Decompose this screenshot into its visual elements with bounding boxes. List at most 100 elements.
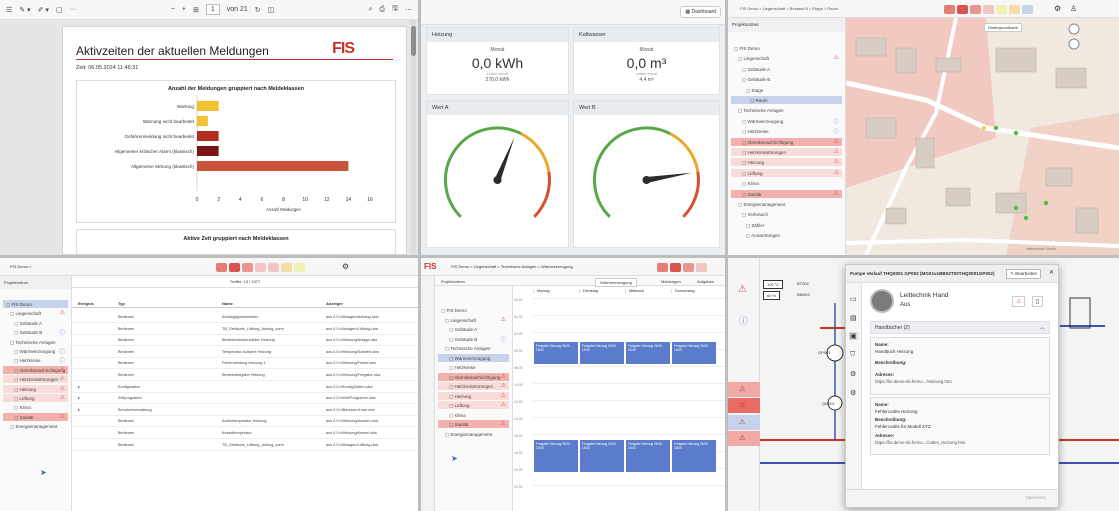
shield-icon[interactable]: ⛉ <box>850 351 855 359</box>
tile-wert-a[interactable]: Wert A <box>426 100 569 248</box>
tree-item[interactable]: ▢ Lüftung ⚠ <box>438 401 509 409</box>
tile-kaltwasser[interactable]: Kaltwasser Monat 0,0 m³ Letzter Monat 4,… <box>573 27 720 95</box>
tree-item[interactable]: ▢ Raum <box>731 96 842 104</box>
draw-icon[interactable]: ✐ ▾ <box>38 6 49 14</box>
tree-item[interactable]: ▢ Wärmeerzeugung <box>438 353 509 362</box>
close-button[interactable]: ✕ <box>1049 269 1054 276</box>
document-button[interactable]: ▯ <box>1032 296 1044 307</box>
print-icon[interactable]: ⎙ <box>379 6 385 14</box>
table-row[interactable]: Bedienen Betriebsstundenzähler Heizung aus… <box>72 335 418 347</box>
settings-icon[interactable]: ⚙ <box>342 262 349 271</box>
tree-item[interactable]: ▢ Sanitär ⚠ <box>731 189 842 198</box>
schedule-event[interactable]: Freigabe Heizung 06:00 - 18:00 <box>534 440 578 472</box>
tree-item[interactable]: ▢ Auswertungen <box>731 231 842 239</box>
alarm-indicator[interactable]: ⚠ <box>1012 296 1026 307</box>
alert-row[interactable]: ⚠ <box>728 431 760 446</box>
info-badge[interactable] <box>281 263 292 272</box>
document-icon[interactable]: ▤ <box>850 314 857 322</box>
tree-item[interactable]: ▢ FIS Demo <box>438 306 509 314</box>
table-row[interactable]: Bedienen Temperatur-Sollwert Heizung aus 0… <box>72 347 418 358</box>
maintenance-badge[interactable] <box>294 263 305 272</box>
zoom-out-button[interactable]: − <box>171 6 175 13</box>
table-row[interactable]: Bedienen Kesseltemperatur aus 0.0.h/Heizun… <box>72 428 418 439</box>
tree-item[interactable]: ▢ Liegenschaft ⚠ <box>731 54 842 62</box>
col-typ[interactable]: Typ <box>118 301 125 306</box>
save-button[interactable]: Speichern <box>1026 495 1046 500</box>
toolbar-more-icon[interactable]: ··· <box>70 6 77 13</box>
tab-aufgaben[interactable]: Aufgaben <box>697 279 714 284</box>
tab-meldungen[interactable]: Meldungen <box>661 279 681 284</box>
manual-icon[interactable]: ▣ <box>849 332 858 340</box>
tree-item[interactable]: ▢ Liegenschaft ⚠ <box>3 309 68 317</box>
col-ereignis[interactable]: Ereignis <box>78 301 94 306</box>
error-badge[interactable] <box>696 263 707 272</box>
tree-item[interactable]: ▢ Wärmeerzeugung ⓘ <box>3 347 68 355</box>
schedule-event[interactable]: Freigabe Heizung 06:00 - 18:00 <box>626 440 670 472</box>
tab-projektordner[interactable]: Projektordner <box>441 279 465 284</box>
tree-item[interactable]: ▢ Klima <box>3 403 68 411</box>
table-row[interactable]: Bedienen TB_Gebäude_Lüftung_Aufzug_vorm au… <box>72 324 418 335</box>
tree-item[interactable]: ▢ Gebäude A <box>3 319 68 327</box>
col-anzeiger[interactable]: Anzeiger <box>326 301 343 306</box>
week-calendar[interactable]: Montag Dienstag Mittwoch Donnerstag 00:00 02:… <box>513 286 725 511</box>
alert-row[interactable]: ⚠ <box>728 382 760 397</box>
note-badge[interactable] <box>996 5 1007 14</box>
tree-item[interactable]: ▢ Energiemanagement <box>731 200 842 208</box>
note-badge[interactable] <box>268 263 279 272</box>
settings-icon[interactable]: ⚙ <box>850 389 856 397</box>
tree-item[interactable]: ▢ Wärmeerzeugung ⓘ <box>731 117 842 125</box>
tree-item[interactable]: ▢ Heizkreisstörungen ⚠ <box>438 382 509 390</box>
page-input[interactable]: 1 <box>205 4 220 15</box>
expand-icon[interactable]: ▸ <box>78 407 80 412</box>
schedule-event[interactable]: Freigabe Heizung 06:00 - 18:00 <box>672 440 716 472</box>
fit-page-icon[interactable]: ⊞ <box>193 6 199 14</box>
table-row[interactable]: Konfiguration aus 0.0.h/Konfig/Daten.ukw ▸ <box>72 382 418 393</box>
alert-row[interactable]: ⚠ <box>728 415 760 430</box>
schedule-event[interactable]: Freigabe Heizung 06:00 - 18:00 <box>626 342 670 364</box>
user-icon[interactable]: ♙ <box>1070 4 1077 13</box>
tree-item[interactable]: ▢ Heizung ⚠ <box>731 158 842 167</box>
tree-item[interactable]: ▢ Heizkreise ⓘ <box>731 127 842 135</box>
table-row[interactable]: Bedienen Außentemperatur Heizung aus 0.0.h… <box>72 416 418 428</box>
tree-item[interactable]: ▢ Gebäude Bⓘ <box>438 335 509 343</box>
highlight-icon[interactable]: ✎ ▾ <box>19 6 30 14</box>
tile-heizung[interactable]: Heizung Monat 0,0 kWh Letzter Monat 270,… <box>426 27 569 95</box>
tree-item[interactable]: ▢ Lüftung ⚠ <box>3 394 68 402</box>
manual-link[interactable]: https://fis-demo-nb.fermo.../Heizung.htm <box>875 379 952 384</box>
alarm-count-badge[interactable] <box>944 5 955 14</box>
tree-item[interactable]: ▢ Gebäude Bⓘ <box>3 328 68 336</box>
tree-item[interactable]: ▢ Technische Anlagen <box>731 106 842 114</box>
error-badge[interactable] <box>983 5 994 14</box>
tree-item[interactable]: ▢ Zähler <box>731 221 842 229</box>
manual-link[interactable]: https://fis-demo-nb.fermo...Codes_Heizun… <box>875 440 965 445</box>
alert-row[interactable]: ⚠ <box>728 398 760 413</box>
table-row[interactable]: Benutzerverwaltung aus 0.0.h/Benutzer/Lis… <box>72 405 418 416</box>
table-row[interactable]: Bedienen TB_Gebäude_Lüftung_Aufzug_vorm au… <box>72 440 418 451</box>
col-name[interactable]: Name <box>222 301 233 306</box>
warning-badge[interactable] <box>242 263 253 272</box>
save-icon[interactable]: 🖫 <box>392 4 398 15</box>
schedule-event[interactable]: Freigabe Heizung 06:00 - 18:00 <box>580 440 624 472</box>
tree-item[interactable]: ▢ Alarmbenachrichtigung ⚠ <box>438 372 509 381</box>
map-canvas[interactable] <box>846 18 1119 255</box>
warning-badge[interactable] <box>683 263 694 272</box>
tile-wert-b[interactable]: Wert B <box>573 100 720 248</box>
expand-icon[interactable]: ▸ <box>78 384 80 389</box>
tree-item[interactable]: ▢ Gebäude A <box>731 65 842 73</box>
schedule-event[interactable]: Freigabe Heizung 06:00 - 18:00 <box>580 342 624 364</box>
info-icon[interactable]: ⓘ <box>739 314 748 327</box>
scrollbar-thumb[interactable] <box>411 26 416 56</box>
schedule-event[interactable]: Freigabe Heizung 06:00 - 18:00 <box>534 342 578 364</box>
alarm-badge[interactable] <box>229 263 240 272</box>
info-badge[interactable] <box>1009 5 1020 14</box>
alarm-badge[interactable] <box>670 263 681 272</box>
tree-item[interactable]: ▢ Alarmbenachrichtigung ⚠ <box>3 365 68 374</box>
tree-item[interactable]: ▢ Etage <box>731 86 842 94</box>
alarm-badge[interactable] <box>957 5 968 14</box>
zoom-in-button[interactable]: + <box>182 6 186 13</box>
tree-item[interactable]: ▢ Heizkreisstörungen ⚠ <box>731 148 842 156</box>
tree-item[interactable]: ▢ Technische Anlagen <box>438 344 509 352</box>
tree-item[interactable]: ▢ Lüftung ⚠ <box>731 168 842 177</box>
tree-item[interactable]: ▢ Technische Anlagen <box>3 338 68 346</box>
warning-icon[interactable]: ⚠ <box>738 284 747 295</box>
